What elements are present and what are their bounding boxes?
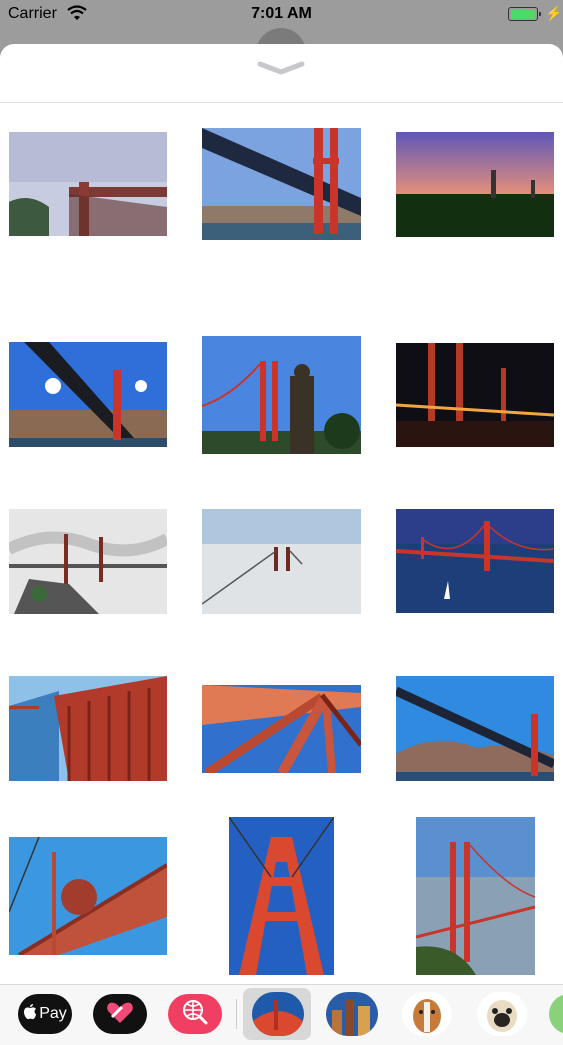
app-drawer: Pay — [0, 984, 563, 1045]
web-search-app[interactable] — [168, 994, 222, 1034]
clock: 7:01 AM — [251, 5, 312, 22]
golden-gate-stickers-app[interactable] — [252, 992, 304, 1036]
bridge-from-below-image — [9, 342, 167, 447]
city-stickers-app[interactable] — [326, 992, 378, 1036]
sticker-cell[interactable] — [0, 437, 187, 614]
bridge-hills-image — [396, 676, 554, 781]
pug-dog-app[interactable] — [477, 992, 527, 1036]
bridge-sunset-image — [396, 132, 554, 237]
bridge-night-image — [396, 343, 554, 447]
heart-sticker-app[interactable] — [93, 994, 147, 1034]
more-apps-icon[interactable] — [549, 994, 563, 1034]
bridge-cable-closeup-image — [9, 837, 167, 955]
status-bar: Carrier 7:01 AM ⚡ — [0, 0, 563, 30]
bridge-bay-image — [396, 509, 554, 613]
sticker-cell[interactable] — [376, 270, 563, 447]
sticker-cell[interactable] — [376, 604, 563, 781]
sticker-sheet: Pay — [0, 44, 563, 1045]
battery-icon — [508, 7, 541, 21]
sticker-cell[interactable] — [376, 771, 563, 975]
chevron-down-icon[interactable] — [256, 58, 306, 78]
sticker-cell[interactable] — [188, 103, 375, 270]
bridge-fog-image — [9, 132, 167, 236]
sticker-cell[interactable] — [0, 771, 187, 955]
sticker-grid — [0, 103, 563, 975]
charging-bolt-icon: ⚡ — [545, 5, 563, 21]
sticker-cell[interactable] — [0, 103, 187, 270]
bridge-tower-portrait-image — [416, 817, 535, 975]
bridge-tower-fog-image — [202, 509, 361, 614]
sticker-cell[interactable] — [376, 103, 563, 270]
bridge-tower-up-image — [229, 817, 334, 975]
sticker-cell[interactable] — [376, 437, 563, 613]
heart-hand-icon — [106, 999, 134, 1030]
boxer-dog-app[interactable] — [402, 992, 452, 1036]
sticker-cell[interactable] — [0, 270, 187, 447]
sticker-cell[interactable] — [188, 771, 375, 975]
sticker-cell[interactable] — [188, 437, 375, 614]
apple-pay-app[interactable]: Pay — [18, 994, 72, 1034]
sticker-cell[interactable] — [188, 270, 375, 454]
bridge-walkway-image — [9, 676, 167, 781]
sticker-cell[interactable] — [188, 604, 375, 773]
bridge-cables-image — [202, 685, 361, 773]
separator — [236, 999, 237, 1029]
bridge-underside-image — [202, 128, 361, 240]
bridge-sketch-image — [9, 509, 167, 614]
apple-pay-label: Pay — [39, 1005, 67, 1022]
sticker-cell[interactable] — [0, 604, 187, 781]
apple-logo-icon — [23, 1003, 37, 1025]
globe-search-icon — [181, 998, 209, 1031]
